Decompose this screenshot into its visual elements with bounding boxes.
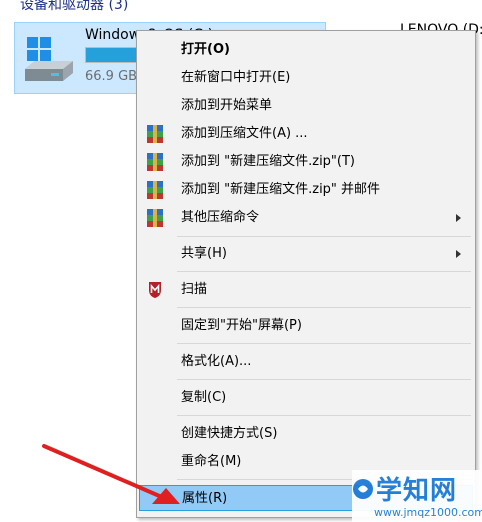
menu-item-scan[interactable]: 扫描 [139, 277, 473, 303]
menu-item-label: 添加到压缩文件(A) ... [181, 126, 308, 141]
menu-item-open-new-window[interactable]: 在新窗口中打开(E) [139, 65, 473, 91]
drive-free-space: 66.9 GB [85, 69, 138, 84]
archive-icon [147, 209, 163, 227]
menu-item-label: 复制(C) [181, 390, 227, 405]
menu-item-label: 共享(H) [181, 246, 227, 261]
menu-item-label: 扫描 [181, 282, 208, 297]
mcafee-shield-icon [149, 282, 161, 298]
menu-item-label: 创建快捷方式(S) [181, 426, 278, 441]
menu-separator [177, 307, 471, 308]
menu-item-share[interactable]: 共享(H) [139, 241, 473, 267]
watermark: 学知网 www.jmqz1000.com [352, 470, 482, 522]
submenu-arrow-icon [456, 214, 461, 222]
red-arrow-annotation [42, 444, 180, 504]
menu-item-copy[interactable]: 复制(C) [139, 385, 473, 411]
menu-item-label: 其他压缩命令 [181, 210, 260, 225]
menu-item-add-to-start-menu[interactable]: 添加到开始菜单 [139, 93, 473, 119]
menu-item-label: 固定到"开始"屏幕(P) [181, 318, 302, 333]
menu-separator [177, 271, 471, 272]
menu-item-format[interactable]: 格式化(A)... [139, 349, 473, 375]
menu-item-label: 格式化(A)... [181, 354, 252, 369]
menu-item-open[interactable]: 打开(O) [139, 37, 473, 63]
menu-item-pin-to-start[interactable]: 固定到"开始"屏幕(P) [139, 313, 473, 339]
menu-item-label: 在新窗口中打开(E) [181, 70, 291, 85]
hard-drive-icon [25, 37, 73, 81]
menu-item-label: 添加到 "新建压缩文件.zip"(T) [181, 154, 355, 169]
menu-separator [177, 379, 471, 380]
submenu-arrow-icon [456, 250, 461, 258]
archive-icon [147, 181, 163, 199]
menu-separator [177, 236, 471, 237]
menu-item-add-to-zip[interactable]: 添加到 "新建压缩文件.zip"(T) [139, 149, 473, 175]
section-header-devices: 设备和驱动器 (3) [20, 0, 129, 13]
watermark-url: www.jmqz1000.com [374, 506, 482, 519]
watermark-title: 学知网 [376, 476, 458, 506]
watermark-logo-icon [353, 479, 373, 499]
archive-icon [147, 125, 163, 143]
menu-item-label: 打开(O) [181, 42, 230, 57]
menu-item-add-to-archive[interactable]: 添加到压缩文件(A) ... [139, 121, 473, 147]
menu-item-add-to-zip-and-email[interactable]: 添加到 "新建压缩文件.zip" 并邮件 [139, 177, 473, 203]
menu-separator [177, 415, 471, 416]
menu-item-label: 添加到开始菜单 [181, 98, 273, 113]
menu-item-label: 添加到 "新建压缩文件.zip" 并邮件 [181, 182, 381, 197]
menu-item-label: 重命名(M) [181, 454, 242, 469]
menu-separator [177, 343, 471, 344]
archive-icon [147, 153, 163, 171]
menu-item-other-compress-commands[interactable]: 其他压缩命令 [139, 205, 473, 231]
